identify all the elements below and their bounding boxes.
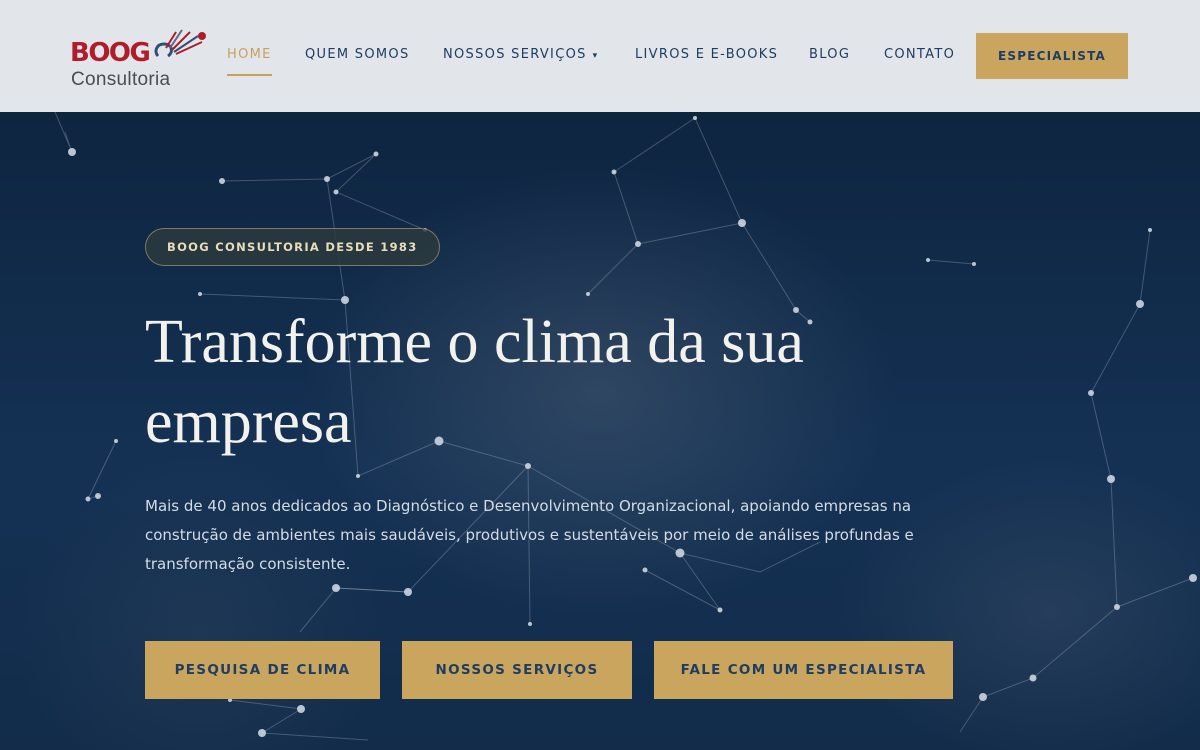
logo-mark-icon: [154, 29, 206, 58]
hero-section: BOOG CONSULTORIA DESDE 1983 Transforme o…: [0, 112, 1200, 750]
nav-livros-ebooks[interactable]: LIVROS E E-BOOKS: [635, 47, 778, 62]
pesquisa-de-clima-button[interactable]: PESQUISA DE CLIMA: [145, 641, 380, 699]
hero-title: Transforme o clima da sua empresa: [145, 308, 804, 456]
hero-description: Mais de 40 anos dedicados ao Diagnóstico…: [145, 497, 914, 573]
boog-logo[interactable]: BOOG Consultoria: [70, 26, 210, 90]
nav-blog[interactable]: BLOG: [809, 47, 850, 62]
nav-quem-somos[interactable]: QUEM SOMOS: [305, 47, 410, 62]
nav-nossos-servicos-label: NOSSOS SERVIÇOS: [443, 47, 587, 62]
especialista-button[interactable]: ESPECIALISTA: [976, 33, 1128, 79]
fale-com-especialista-button[interactable]: FALE COM UM ESPECIALISTA: [654, 641, 953, 699]
logo-subtitle: Consultoria: [71, 69, 171, 90]
nav-nossos-servicos[interactable]: NOSSOS SERVIÇOS ▾: [443, 47, 598, 62]
nav-home[interactable]: HOME: [227, 47, 272, 62]
site-header: BOOG Consultoria HOME QUEM SOMOS NOSSOS …: [0, 0, 1200, 112]
nav-contato[interactable]: CONTATO: [884, 47, 955, 62]
nav-active-underline: [227, 74, 272, 76]
logo-wordmark: BOOG: [70, 38, 151, 68]
nossos-servicos-button[interactable]: NOSSOS SERVIÇOS: [402, 641, 632, 699]
caret-down-icon: ▾: [592, 51, 599, 61]
since-1983-badge: BOOG CONSULTORIA DESDE 1983: [145, 228, 440, 266]
